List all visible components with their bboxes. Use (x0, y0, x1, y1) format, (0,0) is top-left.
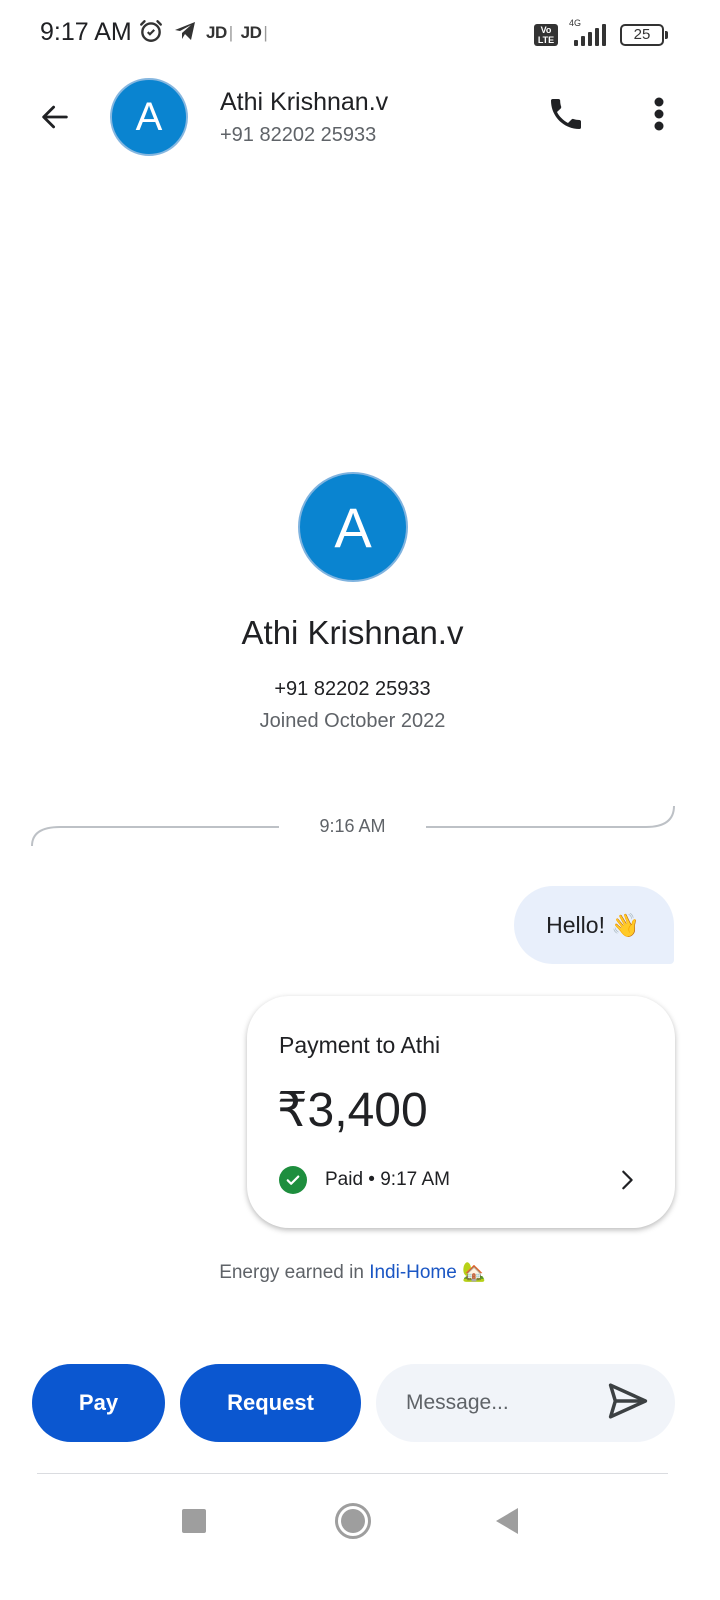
status-time: 9:17 AM (40, 18, 132, 46)
timeline-time: 9:16 AM (319, 816, 386, 836)
profile-avatar: A (298, 472, 408, 582)
send-button[interactable] (603, 1378, 653, 1428)
payment-card[interactable]: Payment to Athi ₹3,400 Paid • 9:17 AM (247, 996, 675, 1228)
telegram-icon (172, 19, 198, 48)
alarm-icon (138, 18, 164, 49)
back-arrow-icon (38, 100, 72, 139)
divider (37, 1473, 668, 1474)
payment-status: Paid • 9:17 AM (279, 1166, 450, 1194)
jd-notification-icon: JD | (206, 23, 233, 42)
profile-joined-date: Joined October 2022 (259, 710, 446, 732)
message-bubble-sent[interactable]: Hello! 👋 (514, 886, 674, 964)
check-circle-icon (279, 1166, 307, 1194)
status-bar: 9:17 AM JD | JD | Vo LTE 4G 25 (0, 0, 720, 68)
volte-icon: Vo LTE (534, 24, 558, 46)
payment-amount: ₹3,400 (277, 1084, 428, 1137)
profile-phone: +91 82202 25933 (274, 678, 431, 700)
pay-button[interactable]: Pay (32, 1364, 165, 1442)
profile-name: Athi Krishnan.v (241, 614, 464, 651)
more-options-button[interactable] (634, 90, 684, 142)
payment-title: Payment to Athi (279, 1032, 441, 1058)
request-button[interactable]: Request (180, 1364, 361, 1442)
message-input[interactable] (406, 1364, 596, 1442)
contact-phone: +91 82202 25933 (220, 124, 377, 146)
energy-note: Energy earned in Indi-Home 🏡 (0, 1260, 705, 1284)
more-vert-icon (653, 96, 665, 137)
home-button[interactable] (335, 1503, 371, 1539)
payment-status-text: Paid • 9:17 AM (325, 1169, 450, 1190)
system-back-button[interactable] (496, 1508, 518, 1534)
signal-icon: 4G (566, 18, 612, 48)
call-button[interactable] (540, 90, 592, 142)
energy-link[interactable]: Indi-Home (369, 1262, 457, 1283)
send-icon (607, 1382, 649, 1425)
timeline-separator: 9:16 AM (0, 800, 720, 860)
contact-name[interactable]: Athi Krishnan.v (220, 88, 388, 117)
back-button[interactable] (28, 92, 82, 146)
energy-note-text: Energy earned in (219, 1262, 370, 1283)
recents-button[interactable] (182, 1509, 206, 1533)
jd-notification-icon: JD | (240, 23, 268, 42)
status-system-icons: Vo LTE 4G 25 (534, 18, 668, 50)
battery-icon: 25 (620, 24, 668, 46)
house-icon: 🏡 (462, 1262, 486, 1283)
phone-icon (546, 94, 586, 139)
chat-header: A Athi Krishnan.v +91 82202 25933 (0, 68, 720, 168)
status-notification-icons: JD | JD | (138, 18, 268, 49)
chevron-right-icon (615, 1168, 639, 1192)
avatar[interactable]: A (110, 78, 188, 156)
message-compose (376, 1364, 675, 1442)
